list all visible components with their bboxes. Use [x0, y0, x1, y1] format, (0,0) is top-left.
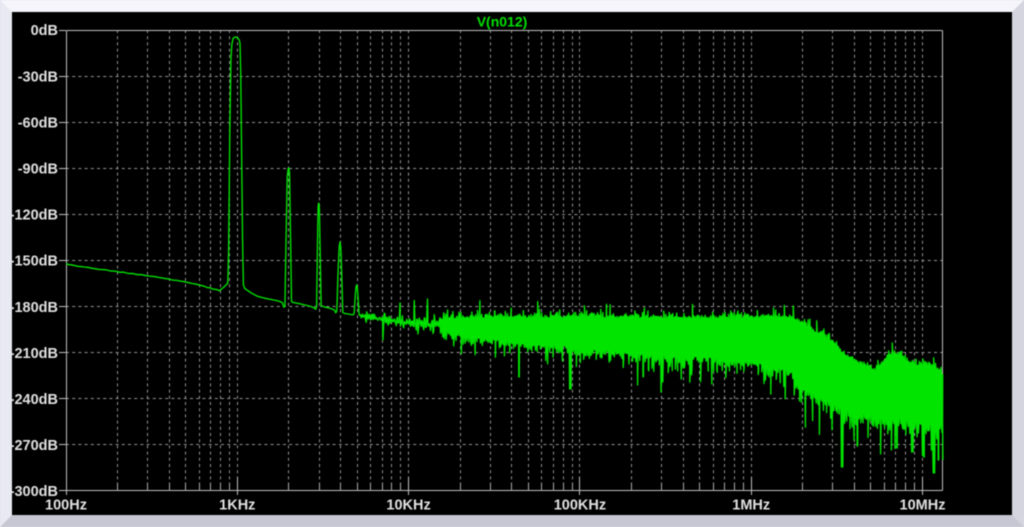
svg-text:0dB: 0dB — [31, 23, 58, 39]
svg-text:-60dB: -60dB — [18, 115, 58, 131]
svg-text:1KHz: 1KHz — [219, 498, 255, 514]
svg-text:100Hz: 100Hz — [45, 498, 87, 514]
svg-text:-210dB: -210dB — [12, 346, 58, 362]
svg-text:-150dB: -150dB — [12, 254, 58, 270]
svg-text:V(n012): V(n012) — [477, 14, 528, 30]
svg-text:-180dB: -180dB — [12, 300, 58, 316]
svg-text:-30dB: -30dB — [18, 69, 58, 85]
svg-text:-90dB: -90dB — [18, 162, 58, 178]
svg-text:10MHz: 10MHz — [900, 498, 946, 514]
svg-text:-120dB: -120dB — [12, 208, 58, 224]
svg-text:100KHz: 100KHz — [554, 498, 606, 514]
svg-text:-270dB: -270dB — [12, 438, 58, 454]
svg-text:-240dB: -240dB — [12, 392, 58, 408]
svg-text:10KHz: 10KHz — [386, 498, 430, 514]
svg-text:1MHz: 1MHz — [732, 498, 770, 514]
